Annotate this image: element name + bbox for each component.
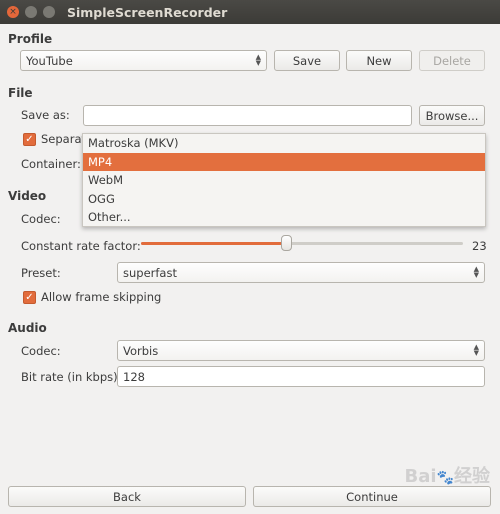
title-bar: × SimpleScreenRecorder bbox=[0, 0, 500, 24]
crf-slider-thumb[interactable] bbox=[281, 235, 293, 251]
crf-slider[interactable] bbox=[141, 235, 463, 251]
profile-value: YouTube bbox=[26, 53, 73, 68]
preset-value: superfast bbox=[123, 265, 177, 280]
container-dropdown-menu[interactable]: Matroska (MKV) MP4 WebM OGG Other... bbox=[82, 133, 486, 227]
crf-slider-fill bbox=[141, 242, 287, 245]
crf-label: Constant rate factor: bbox=[21, 239, 141, 253]
container-option-mp4[interactable]: MP4 bbox=[83, 152, 485, 171]
continue-button[interactable]: Continue bbox=[253, 486, 491, 507]
video-codec-label: Codec: bbox=[21, 212, 61, 226]
audio-codec-value: Vorbis bbox=[123, 343, 159, 358]
container-label: Container: bbox=[21, 157, 81, 171]
frame-skip-checkbox[interactable]: ✓ bbox=[23, 291, 36, 304]
video-heading: Video bbox=[8, 189, 47, 203]
profile-heading: Profile bbox=[8, 32, 53, 46]
save-button[interactable]: Save bbox=[274, 50, 340, 71]
back-button[interactable]: Back bbox=[8, 486, 246, 507]
container-option-ogg[interactable]: OGG bbox=[83, 190, 485, 209]
updown-arrow-icon: ▲ ▼ bbox=[473, 343, 479, 357]
frame-skip-label: Allow frame skipping bbox=[41, 290, 162, 304]
bitrate-input[interactable]: 128 bbox=[117, 366, 485, 387]
file-heading: File bbox=[8, 86, 33, 100]
window-title: SimpleScreenRecorder bbox=[67, 4, 228, 20]
minimize-button[interactable] bbox=[25, 6, 37, 18]
separate-files-checkbox[interactable]: ✓ bbox=[23, 133, 36, 146]
close-icon: × bbox=[9, 7, 17, 17]
audio-codec-select[interactable]: Vorbis ▲ ▼ bbox=[117, 340, 485, 361]
close-button[interactable]: × bbox=[7, 6, 19, 18]
preset-label: Preset: bbox=[21, 266, 61, 280]
separate-files-label: Separat bbox=[41, 132, 87, 146]
audio-heading: Audio bbox=[8, 321, 47, 335]
preset-select[interactable]: superfast ▲ ▼ bbox=[117, 262, 485, 283]
container-option-other[interactable]: Other... bbox=[83, 208, 485, 227]
updown-arrow-icon: ▲ ▼ bbox=[473, 265, 479, 279]
crf-value: 23 bbox=[472, 239, 487, 253]
audio-codec-label: Codec: bbox=[21, 344, 61, 358]
bitrate-label: Bit rate (in kbps): bbox=[21, 370, 122, 384]
maximize-button[interactable] bbox=[43, 6, 55, 18]
watermark-logo: Bai🐾经验 bbox=[404, 466, 490, 487]
new-button[interactable]: New bbox=[346, 50, 412, 71]
container-option-webm[interactable]: WebM bbox=[83, 171, 485, 190]
profile-select[interactable]: YouTube ▲ ▼ bbox=[20, 50, 267, 71]
updown-arrow-icon: ▲ ▼ bbox=[255, 53, 261, 67]
save-as-input[interactable] bbox=[83, 105, 412, 126]
delete-button[interactable]: Delete bbox=[419, 50, 485, 71]
save-as-label: Save as: bbox=[21, 108, 70, 122]
browse-button[interactable]: Browse... bbox=[419, 105, 485, 126]
container-option-mkv[interactable]: Matroska (MKV) bbox=[83, 134, 485, 153]
